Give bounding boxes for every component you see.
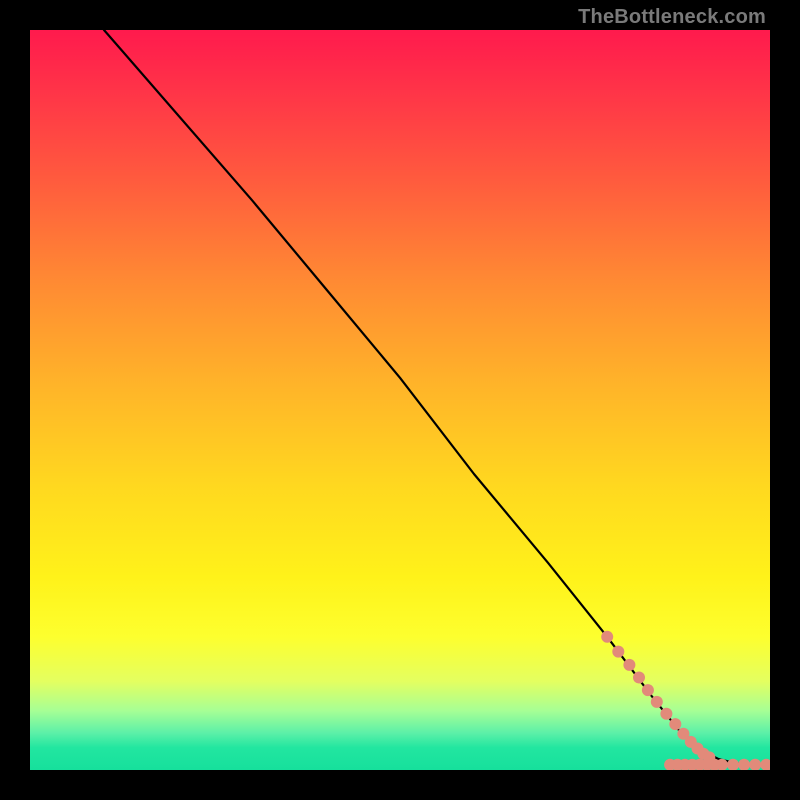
scatter-dot	[749, 759, 761, 770]
scatter-dot	[669, 718, 681, 730]
scatter-dot	[623, 659, 635, 671]
chart-frame: TheBottleneck.com	[0, 0, 800, 800]
scatter-dot	[660, 708, 672, 720]
scatter-dot	[612, 646, 624, 658]
chart-overlay	[30, 30, 770, 770]
plot-area	[30, 30, 770, 770]
scatter-dot	[601, 631, 613, 643]
scatter-dot	[642, 684, 654, 696]
scatter-dot	[633, 672, 645, 684]
scatter-dot	[651, 696, 663, 708]
scatter-dots	[601, 631, 770, 770]
attribution-label: TheBottleneck.com	[578, 6, 766, 29]
scatter-dot	[760, 759, 770, 770]
curve-line	[104, 30, 770, 766]
scatter-dot	[738, 759, 750, 770]
